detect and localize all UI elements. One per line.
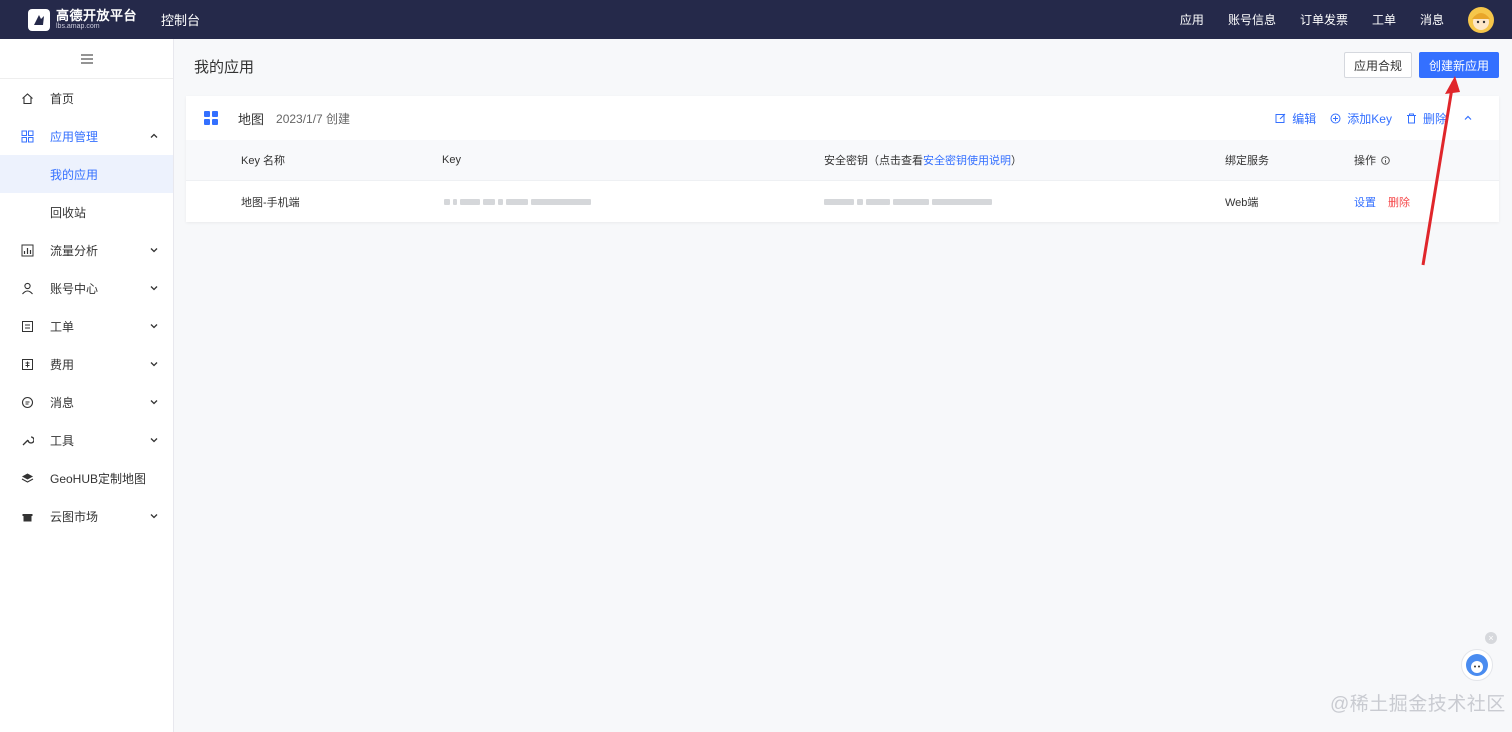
chevron-down-icon [149,397,159,407]
console-title[interactable]: 控制台 [161,10,200,29]
chart-icon [20,243,34,257]
nav-tickets[interactable]: 工单 [1372,11,1396,28]
col-secret: 安全密钥（点击查看安全密钥使用说明） [824,140,1022,180]
row-key-masked [444,181,591,222]
app-card-header: 地图 2023/1/7 创建 编辑 添加Key 删除 [186,96,1499,140]
app-name: 地图 [238,109,264,128]
annotation-arrow [1410,70,1470,270]
sidebar-subitem-my-apps[interactable]: 我的应用 [0,155,173,193]
sidebar-item-cloud-market[interactable]: 云图市场 [0,497,173,535]
menu-toggle-icon[interactable] [0,39,173,79]
sidebar-item-label: 流量分析 [50,242,149,259]
top-bar: 高德开放平台 lbs.amap.com 控制台 应用 账号信息 订单发票 工单 … [0,0,1512,39]
user-icon [20,281,34,295]
nav-apps[interactable]: 应用 [1180,11,1204,28]
sidebar-item-label: 首页 [50,90,159,107]
chevron-down-icon [149,359,159,369]
message-icon [20,395,34,409]
row-ops: 设置 删除 [1354,181,1410,222]
avatar[interactable] [1468,7,1494,33]
table-header: Key 名称 Key 安全密钥（点击查看安全密钥使用说明） 绑定服务 操作 [186,140,1499,180]
billing-icon [20,357,34,371]
row-service: Web端 [1225,181,1258,222]
row-secret-masked [824,181,992,222]
add-key-label: 添加Key [1347,110,1392,127]
logo-icon [28,9,50,31]
chevron-up-icon [149,131,159,141]
app-grid-icon [204,111,218,125]
col-secret-label: 安全密钥（点击查看 [824,152,923,168]
helper-close-icon[interactable]: × [1485,632,1497,644]
wrench-icon [20,433,34,447]
sidebar-item-tools[interactable]: 工具 [0,421,173,459]
layers-icon [20,471,34,485]
logo[interactable]: 高德开放平台 lbs.amap.com [28,9,137,31]
sidebar-item-label: 费用 [50,356,149,373]
apps-grid-icon [20,129,34,143]
col-ops-label: 操作 [1354,152,1376,168]
watermark: @稀土掘金技术社区 [1330,689,1506,716]
sidebar-item-label: 工单 [50,318,149,335]
sidebar-subitem-recycle-bin[interactable]: 回收站 [0,193,173,231]
store-icon [20,509,34,523]
sidebar-item-geohub[interactable]: GeoHUB定制地图 [0,459,173,497]
chevron-down-icon [149,435,159,445]
sidebar-item-label: 云图市场 [50,508,149,525]
chevron-down-icon [149,511,159,521]
nav-messages[interactable]: 消息 [1420,11,1444,28]
sidebar-item-label: 消息 [50,394,149,411]
col-key-name: Key 名称 [241,140,285,180]
app-created-date: 2023/1/7 创建 [276,110,350,127]
chevron-down-icon [149,283,159,293]
logo-subtitle: lbs.amap.com [56,23,137,31]
sidebar-item-home[interactable]: 首页 [0,79,173,117]
add-key-button[interactable]: 添加Key [1330,110,1392,127]
chevron-down-icon [149,321,159,331]
sidebar: 首页 应用管理 我的应用 回收站 流量分析 账号中心 工单 费用 消息 工具 [0,39,174,732]
info-icon[interactable] [1381,156,1390,165]
settings-link[interactable]: 设置 [1354,194,1376,210]
sidebar-item-billing[interactable]: 费用 [0,345,173,383]
ticket-icon [20,319,34,333]
secret-doc-link[interactable]: 安全密钥使用说明 [923,152,1011,168]
row-key-name: 地图-手机端 [241,181,300,222]
delete-key-link[interactable]: 删除 [1388,194,1410,210]
page-title: 我的应用 [194,56,254,77]
app-compliance-button[interactable]: 应用合规 [1344,52,1412,78]
sidebar-item-traffic[interactable]: 流量分析 [0,231,173,269]
col-ops: 操作 [1354,140,1390,180]
chevron-down-icon [149,245,159,255]
sidebar-item-label: 工具 [50,432,149,449]
nav-invoices[interactable]: 订单发票 [1300,11,1348,28]
col-secret-suffix: ） [1011,152,1022,168]
sidebar-item-app-management[interactable]: 应用管理 [0,117,173,155]
table-row: 地图-手机端 Web端 设置 删除 [186,180,1499,222]
logo-title: 高德开放平台 [56,9,137,23]
col-service: 绑定服务 [1225,140,1269,180]
sidebar-item-tickets[interactable]: 工单 [0,307,173,345]
edit-label: 编辑 [1292,110,1316,127]
sidebar-item-messages[interactable]: 消息 [0,383,173,421]
add-circle-icon [1330,113,1341,124]
top-nav: 应用 账号信息 订单发票 工单 消息 [1180,0,1512,39]
sidebar-item-label: 账号中心 [50,280,149,297]
sidebar-item-account[interactable]: 账号中心 [0,269,173,307]
app-card: 地图 2023/1/7 创建 编辑 添加Key 删除 Key 名称 Key 安全… [186,96,1499,222]
nav-account-info[interactable]: 账号信息 [1228,11,1276,28]
edit-icon [1275,113,1286,124]
home-icon [20,91,34,105]
support-avatar-icon [1464,652,1490,678]
customer-service-button[interactable] [1461,649,1493,681]
sidebar-item-label: 应用管理 [50,128,149,145]
sidebar-item-label: GeoHUB定制地图 [50,470,159,487]
col-key: Key [442,140,461,180]
edit-button[interactable]: 编辑 [1275,110,1316,127]
